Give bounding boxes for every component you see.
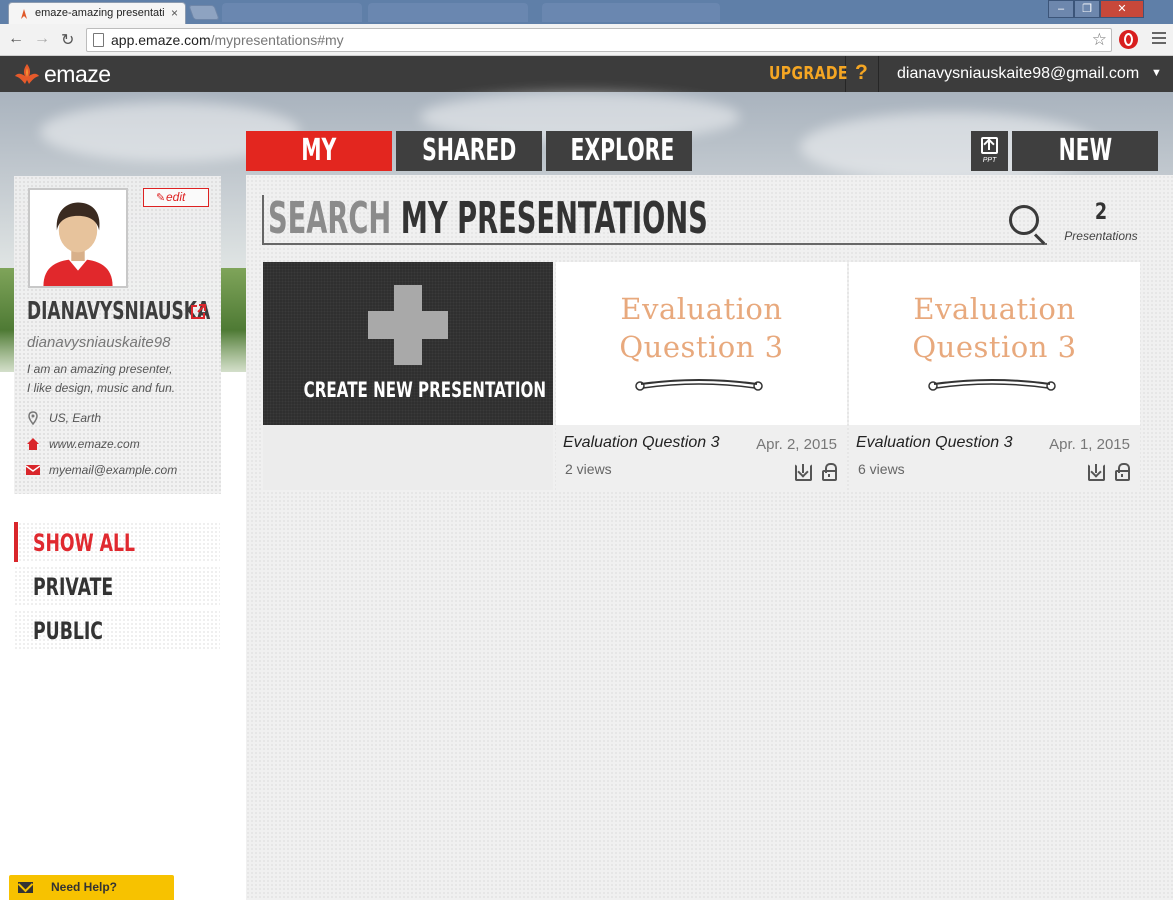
profile-website[interactable]: www.emaze.com <box>49 437 140 451</box>
edit-profile-button[interactable]: ✎ edit <box>143 188 209 207</box>
need-help-button[interactable]: Need Help? <box>9 875 174 900</box>
profile-card: ✎ edit DIANAVYSNIAUSKA dianavysniauskait… <box>14 176 221 494</box>
envelope-icon <box>18 882 33 893</box>
opera-extension-icon[interactable] <box>1119 30 1138 49</box>
upgrade-link[interactable]: UPGRADE <box>769 63 848 84</box>
presentation-title[interactable]: Evaluation Question 3 <box>563 434 723 452</box>
download-icon[interactable] <box>795 464 812 481</box>
download-icon[interactable] <box>1088 464 1105 481</box>
new-tab-button[interactable] <box>188 5 220 20</box>
help-icon[interactable]: ? <box>855 61 868 85</box>
filter-public[interactable]: PUBLIC <box>14 610 220 650</box>
unlock-icon[interactable] <box>822 463 837 481</box>
emaze-logo-icon[interactable] <box>13 62 41 86</box>
upload-ppt-button[interactable]: PPT <box>971 131 1008 171</box>
search-input[interactable]: SEARCH MY PRESENTATIONS <box>262 195 1047 245</box>
thumbnail-title: Evaluation Question 3 <box>619 292 784 364</box>
presentation-count: 2 <box>1094 200 1108 225</box>
presentation-date: Apr. 1, 2015 <box>1049 436 1130 453</box>
tab-shared[interactable]: SHARED <box>396 131 542 171</box>
presentation-views: 2 views <box>565 461 612 477</box>
upload-icon <box>981 137 998 154</box>
ppt-label: PPT <box>982 157 997 164</box>
browser-tab-background[interactable] <box>368 3 528 22</box>
unlock-icon[interactable] <box>1115 463 1130 481</box>
filter-private[interactable]: PRIVATE <box>14 566 220 606</box>
browser-tab-background[interactable] <box>222 3 362 22</box>
search-icon[interactable] <box>1009 205 1039 235</box>
profile-name: DIANAVYSNIAUSKA <box>27 296 211 325</box>
browser-tab-title: emaze-amazing presentati <box>35 7 165 19</box>
scroll-ornament-icon <box>635 379 763 391</box>
presentation-date: Apr. 2, 2015 <box>756 436 837 453</box>
create-card-footer <box>263 425 553 490</box>
tab-close-icon[interactable]: × <box>171 6 178 20</box>
avatar[interactable] <box>28 188 128 288</box>
tab-explore[interactable]: EXPLORE <box>546 131 692 171</box>
presentation-thumbnail[interactable]: Evaluation Question 3 <box>556 262 847 425</box>
presentation-info: Evaluation Question 3 Apr. 1, 2015 6 vie… <box>849 425 1140 490</box>
external-link-icon[interactable] <box>190 303 207 320</box>
profile-username: dianavysniauskaite98 <box>27 334 171 351</box>
search-placeholder: SEARCH MY PRESENTATIONS <box>268 193 708 244</box>
browser-menu-icon[interactable] <box>1152 32 1166 46</box>
home-icon <box>27 438 39 450</box>
emaze-favicon-icon <box>21 9 27 19</box>
mail-icon <box>26 465 40 475</box>
site-header: emaze UPGRADE ? dianavysniauskaite98@gma… <box>0 56 1173 92</box>
presentation-card[interactable]: Evaluation Question 3 Evaluation Questio… <box>849 262 1140 490</box>
profile-bio: I am an amazing presenter, I like design… <box>27 362 176 395</box>
new-presentation-button[interactable]: NEW <box>1012 131 1158 171</box>
user-avatar-icon <box>30 190 126 286</box>
chevron-down-icon[interactable]: ▼ <box>1151 67 1162 79</box>
window-restore-button[interactable]: ❐ <box>1074 0 1100 18</box>
url-input[interactable]: app.emaze.com/mypresentations#my ☆ <box>86 28 1112 52</box>
plus-icon <box>368 285 448 365</box>
browser-tab-background[interactable] <box>542 3 720 22</box>
create-new-presentation-label: CREATE NEW PRESENTATION <box>303 378 547 402</box>
profile-location: US, Earth <box>49 411 102 425</box>
url-host: app.emaze.com <box>111 32 211 48</box>
logo-text[interactable]: emaze <box>44 61 111 88</box>
thumbnail-title: Evaluation Question 3 <box>912 292 1077 364</box>
presentation-views: 6 views <box>858 461 905 477</box>
presentation-count-label: Presentations <box>1064 229 1138 243</box>
back-arrow-icon[interactable]: ← <box>8 30 24 48</box>
bookmark-star-icon[interactable]: ☆ <box>1092 30 1107 50</box>
header-divider <box>878 56 879 92</box>
user-account-menu[interactable]: dianavysniauskaite98@gmail.com <box>897 65 1139 83</box>
location-pin-icon <box>28 411 38 425</box>
page-icon <box>93 33 104 47</box>
presentation-thumbnail[interactable]: Evaluation Question 3 <box>849 262 1140 425</box>
browser-toolbar: ← → ↻ app.emaze.com/mypresentations#my ☆ <box>0 24 1173 56</box>
reload-icon[interactable]: ↻ <box>61 30 74 50</box>
presentation-title[interactable]: Evaluation Question 3 <box>856 434 1016 452</box>
profile-email[interactable]: myemail@example.com <box>49 463 177 477</box>
browser-tab-active[interactable]: emaze-amazing presentati × <box>8 2 186 24</box>
presentation-info: Evaluation Question 3 Apr. 2, 2015 2 vie… <box>556 425 847 490</box>
filter-show-all[interactable]: SHOW ALL <box>14 522 220 562</box>
browser-tab-strip: emaze-amazing presentati × – ❐ ✕ <box>0 0 1173 24</box>
scroll-ornament-icon <box>928 379 1056 391</box>
window-close-button[interactable]: ✕ <box>1100 0 1144 18</box>
presentation-card[interactable]: Evaluation Question 3 Evaluation Questio… <box>556 262 847 490</box>
forward-arrow-icon[interactable]: → <box>34 30 50 48</box>
window-minimize-button[interactable]: – <box>1048 0 1074 18</box>
tab-my[interactable]: MY <box>246 131 392 171</box>
pencil-icon: ✎ <box>156 192 166 204</box>
need-help-label: Need Help? <box>51 880 118 894</box>
url-path: /mypresentations#my <box>210 32 344 48</box>
create-new-presentation-card[interactable]: CREATE NEW PRESENTATION <box>263 262 553 425</box>
